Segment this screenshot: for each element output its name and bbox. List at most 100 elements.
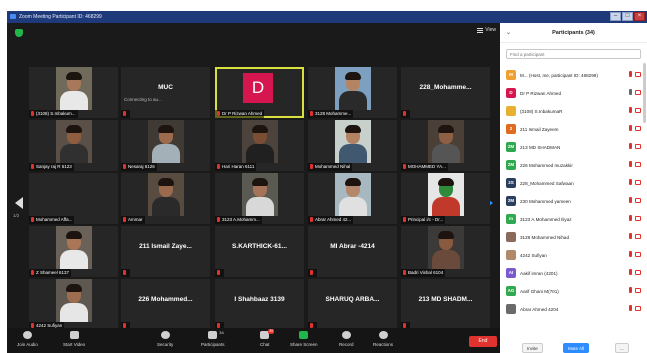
participant-status-icons [629, 125, 641, 131]
video-tile[interactable]: MUC Connecting to au... [121, 67, 210, 118]
video-tile[interactable]: Mohammed Nihal [308, 120, 397, 171]
muted-mic-icon [629, 305, 632, 311]
participant-row[interactable]: (3108) S.InbakumaR [506, 102, 647, 120]
participant-row[interactable]: Abrar Ahmed 4204 [506, 300, 647, 318]
share-screen-button[interactable]: Share Screen [290, 331, 318, 347]
participant-row[interactable]: 4242 Sufiyan [506, 246, 647, 264]
chevron-down-icon[interactable]: ⌄ [506, 23, 511, 43]
participant-video [242, 120, 278, 163]
muted-mic-icon [629, 287, 632, 293]
video-tile[interactable]: 4242 Sufiyan [29, 279, 118, 330]
encryption-shield-icon[interactable] [15, 29, 23, 37]
security-button[interactable]: Security [157, 331, 173, 347]
participant-video [335, 67, 371, 110]
video-tile[interactable]: Principal i/c - Dr... [401, 173, 490, 224]
tile-display-name: 226 Mohammed... [138, 296, 193, 303]
participant-row[interactable]: M M... (Host, me, participant ID: 468299) [506, 66, 647, 84]
end-meeting-button[interactable]: End [469, 336, 497, 347]
video-tile[interactable]: Sanjay raj R 6123 [29, 120, 118, 171]
start-video-button[interactable]: Start Video [63, 331, 85, 347]
muted-mic-icon [629, 251, 632, 257]
participant-row[interactable]: 2M 213 MD SHADMAN [506, 138, 647, 156]
video-tile[interactable]: Nesaraj 6126 [121, 120, 210, 171]
video-off-icon [635, 198, 641, 203]
video-tile[interactable]: Abrar Ahmed 42... [308, 173, 397, 224]
video-tile[interactable]: SHARUQ ARBA... [308, 279, 397, 330]
minimize-button[interactable]: – [610, 12, 621, 21]
video-off-icon [635, 126, 641, 131]
avatar: D [506, 88, 516, 98]
tile-name-label: Mohammed Affa... [29, 216, 75, 224]
participant-row[interactable]: AI Aakif imran (4201) [506, 264, 647, 282]
tile-name-label: Abrar Ahmed 42... [308, 216, 354, 224]
video-tile[interactable]: 226 Mohammed... [121, 279, 210, 330]
participant-row[interactable]: 3128 Mohammed Nihad [506, 228, 647, 246]
tile-display-name: MUC [158, 84, 173, 91]
avatar [506, 232, 516, 242]
participant-row[interactable]: 2M 230 Mohammed yameen [506, 192, 647, 210]
participants-panel-header: ⌄ Participants (34) [500, 23, 647, 43]
participant-row[interactable]: 2 211 Ismail Zayeem [506, 120, 647, 138]
more-options-button[interactable]: ... [615, 343, 629, 353]
video-tile[interactable]: D Dr P Rizwan Ahmed [215, 67, 304, 118]
participant-video [148, 120, 184, 163]
participant-video [335, 120, 371, 163]
prev-page-arrow-icon[interactable] [15, 197, 23, 209]
muted-mic-icon [310, 217, 313, 223]
participants-button[interactable]: 34 Participants [201, 330, 225, 347]
participants-panel: ⌄ Participants (34) M M... (Host, me, par… [500, 23, 647, 353]
view-button[interactable]: View [477, 27, 496, 33]
video-off-icon [635, 144, 641, 149]
participant-search-input[interactable] [506, 49, 641, 59]
window-controls: – □ × [610, 12, 645, 21]
close-button[interactable]: × [634, 12, 645, 21]
video-tile[interactable]: MI Abrar -4214 [308, 226, 397, 277]
participant-video [428, 226, 464, 269]
join-audio-button[interactable]: Join Audio [17, 331, 38, 347]
participant-row[interactable]: 2M 226 Mohammed muzakkir [506, 156, 647, 174]
participant-name: Dr P Rizwan Ahmed [520, 90, 562, 96]
chat-button[interactable]: 20 Chat [260, 329, 275, 347]
video-tile[interactable]: Badri Vishal 6104 [401, 226, 490, 277]
muted-mic-icon [310, 164, 313, 170]
muted-mic-icon [403, 270, 406, 276]
muted-mic-icon [123, 164, 126, 170]
invite-button[interactable]: Invite [522, 343, 543, 353]
video-tile[interactable]: Mohammed Affa... [29, 173, 118, 224]
video-tile[interactable]: S.KARTHICK-61... [215, 226, 304, 277]
participant-status-icons [629, 143, 641, 149]
share-screen-label: Share Screen [290, 342, 318, 347]
video-tile[interactable]: (3108) S.Inbakum... [29, 67, 118, 118]
video-tile[interactable]: 228_Mohamme... [401, 67, 490, 118]
video-tile[interactable]: 3123 A.Mohamm... [215, 173, 304, 224]
tile-name-label: Dr P Rizwan Ahmed [215, 110, 265, 118]
participant-row[interactable]: AG Aarif Ghani M(701) [506, 282, 647, 300]
muted-mic-icon [629, 215, 632, 221]
video-tile[interactable]: 211 Ismail Zaye... [121, 226, 210, 277]
participant-name: 3123 A.Mohammed Iliyaz [520, 216, 572, 222]
participant-row[interactable]: m 3123 A.Mohammed Iliyaz [506, 210, 647, 228]
record-button[interactable]: Record [339, 331, 354, 347]
video-tile[interactable]: Ammar [121, 173, 210, 224]
maximize-button[interactable]: □ [622, 12, 633, 21]
avatar: 2M [506, 160, 516, 170]
participant-list-scrollbar[interactable] [643, 63, 646, 123]
chat-badge: 20 [268, 329, 275, 334]
participant-name: 211 Ismail Zayeem [520, 126, 559, 132]
tile-display-name: 213 MD SHADM... [418, 296, 473, 303]
video-tile[interactable]: I Shahbaaz 3139 [215, 279, 304, 330]
reactions-button[interactable]: Reactions [373, 331, 393, 347]
participant-row[interactable]: D Dr P Rizwan Ahmed [506, 84, 647, 102]
video-tile[interactable]: MOHAMMED YA... [401, 120, 490, 171]
tile-name-label: Nesaraj 6126 [121, 163, 157, 171]
video-tile[interactable]: 3128 Mohamme... [308, 67, 397, 118]
video-tile[interactable]: Hari Haran 6111 [215, 120, 304, 171]
mute-all-button[interactable]: Mute All [563, 343, 590, 353]
muted-mic-icon [629, 179, 632, 185]
video-tile[interactable]: 213 MD SHADM... [401, 279, 490, 330]
avatar: 2S [506, 178, 516, 188]
video-tile[interactable]: Z Shameel 6137 [29, 226, 118, 277]
participant-row[interactable]: 2S 228_Mohammed Safwaan [506, 174, 647, 192]
title-bar: Zoom Meeting Participant ID: 468299 – □ … [7, 11, 647, 23]
muted-mic-icon [31, 164, 34, 170]
